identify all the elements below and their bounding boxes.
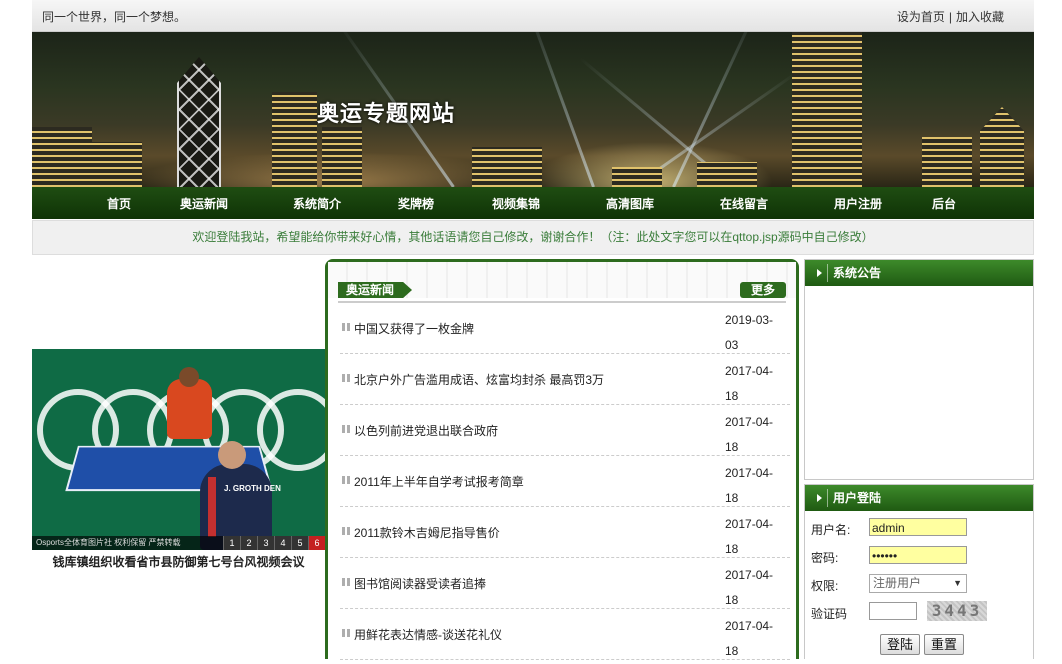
- bullet-icon: [342, 323, 350, 331]
- news-item-title[interactable]: 北京户外广告滥用成语、炫富均封杀 最高罚3万: [354, 371, 604, 388]
- slide-page-5[interactable]: 5: [291, 536, 308, 550]
- login-panel: 用户登陆 用户名: admin 密码: •••••• 权限: 注册用户 ▼ 验证…: [804, 484, 1034, 659]
- news-item: 用鲜花表达情感-谈送花礼仪 2017-04-18: [340, 608, 790, 660]
- announcement-title: 系统公告: [833, 266, 882, 280]
- news-item-title[interactable]: 2011款铃木吉姆尼指导售价: [354, 524, 500, 541]
- slideshow-caption[interactable]: 钱库镇组织收看省市县防御第七号台风视频会议: [32, 553, 325, 570]
- slide-page-3[interactable]: 3: [257, 536, 274, 550]
- main-nav: 首页 奥运新闻 系统简介 奖牌榜 视频集锦 高清图库 在线留言 用户注册 后台: [32, 187, 1034, 219]
- news-item-title[interactable]: 2011年上半年自学考试报考简章: [354, 473, 524, 490]
- news-item: 图书馆阅读器受读者追捧 2017-04-18: [340, 557, 790, 609]
- nav-user-register[interactable]: 用户注册: [834, 195, 882, 212]
- announcement-panel: 系统公告: [804, 259, 1034, 480]
- username-input[interactable]: admin: [869, 518, 967, 536]
- news-panel: 奥运新闻 更多 中国又获得了一枚金牌 2019-03-03 北京户外广告滥用成语…: [325, 259, 799, 660]
- login-button[interactable]: 登陆: [880, 634, 920, 655]
- top-bar: 同一个世界，同一个梦想。 设为首页 | 加入收藏: [32, 0, 1034, 32]
- news-item-title[interactable]: 以色列前进党退出联合政府: [354, 422, 498, 439]
- password-label: 密码:: [811, 551, 839, 565]
- nav-hd-gallery[interactable]: 高清图库: [606, 195, 654, 212]
- username-label: 用户名:: [811, 523, 851, 537]
- player-red: [167, 379, 212, 439]
- nav-medal-table[interactable]: 奖牌榜: [398, 195, 434, 212]
- building: [322, 127, 362, 187]
- jersey-stripe: [208, 477, 216, 537]
- news-item-date: 2017-04-18: [725, 415, 774, 454]
- slide-page-1[interactable]: 1: [223, 536, 240, 550]
- arrow-right-icon: [817, 269, 822, 277]
- news-item-title[interactable]: 图书馆阅读器受读者追捧: [354, 575, 486, 592]
- nav-video-highlights[interactable]: 视频集锦: [492, 195, 540, 212]
- photo-credit-bar: Osports全体育图片社 权利保留 严禁转载 1 2 3 4 5 6: [32, 536, 325, 550]
- nav-admin[interactable]: 后台: [932, 195, 956, 212]
- building: [612, 167, 662, 187]
- bullet-icon: [342, 578, 350, 586]
- bullet-icon: [342, 374, 350, 382]
- news-more-button[interactable]: 更多: [740, 282, 786, 298]
- role-select-value: 注册用户: [873, 576, 922, 590]
- nav-olympic-news[interactable]: 奥运新闻: [180, 195, 228, 212]
- nav-system-intro[interactable]: 系统简介: [293, 195, 341, 212]
- login-title: 用户登陆: [833, 491, 882, 505]
- bullet-icon: [342, 425, 350, 433]
- reset-button[interactable]: 重置: [924, 634, 964, 655]
- role-label: 权限:: [811, 579, 839, 593]
- news-item-date: 2017-04-18: [725, 619, 774, 658]
- captcha-label: 验证码: [811, 607, 848, 621]
- top-links: 设为首页 | 加入收藏: [897, 8, 1004, 25]
- news-item-date: 2017-04-18: [725, 517, 774, 556]
- arrow-right-icon: [817, 494, 822, 502]
- slide-page-6[interactable]: 6: [308, 536, 325, 550]
- player-blue-head: [218, 441, 246, 469]
- jersey-name: J. GROTH DEN: [224, 484, 281, 493]
- building: [697, 162, 757, 187]
- welcome-text: 欢迎登陆我站，希望能给你带来好心情，其他话语请您自己修改，谢谢合作！（注：此处文…: [192, 230, 874, 244]
- nav-home[interactable]: 首页: [107, 195, 131, 212]
- building: [272, 92, 317, 187]
- nav-message-board[interactable]: 在线留言: [720, 195, 768, 212]
- site-title: 奥运专题网站: [317, 101, 456, 127]
- building: [92, 142, 142, 187]
- login-header: 用户登陆: [805, 485, 1033, 511]
- site-slogan: 同一个世界，同一个梦想。: [42, 10, 187, 24]
- add-favorite-link[interactable]: 加入收藏: [956, 10, 1004, 24]
- news-panel-title: 奥运新闻: [338, 282, 413, 298]
- link-separator: |: [948, 10, 952, 24]
- bullet-icon: [342, 527, 350, 535]
- news-item-title[interactable]: 中国又获得了一枚金牌: [354, 320, 474, 337]
- password-input[interactable]: ••••••: [869, 546, 967, 564]
- header-banner: 奥运专题网站: [32, 32, 1034, 187]
- player-red-head: [179, 367, 199, 387]
- chevron-down-icon: ▼: [953, 578, 962, 588]
- news-item-title[interactable]: 用鲜花表达情感-谈送花礼仪: [354, 626, 502, 643]
- announcement-header: 系统公告: [805, 260, 1033, 286]
- bullet-icon: [342, 629, 350, 637]
- news-item-date: 2017-04-18: [725, 466, 774, 505]
- slideshow-pager: 1 2 3 4 5 6: [223, 536, 325, 550]
- slideshow-image[interactable]: J. GROTH DEN Osports全体育图片社 权利保留 严禁转载 1 2…: [32, 349, 325, 550]
- bullet-icon: [342, 476, 350, 484]
- news-item-date: 2017-04-18: [725, 364, 774, 403]
- news-item: 北京户外广告滥用成语、炫富均封杀 最高罚3万 2017-04-18: [340, 353, 790, 405]
- news-item-date: 2017-04-18: [725, 568, 774, 607]
- tower: [980, 107, 1024, 187]
- welcome-banner: 欢迎登陆我站，希望能给你带来好心情，其他话语请您自己修改，谢谢合作！（注：此处文…: [32, 220, 1034, 255]
- news-item: 2011年上半年自学考试报考简章 2017-04-18: [340, 455, 790, 507]
- set-homepage-link[interactable]: 设为首页: [897, 10, 945, 24]
- captcha-input[interactable]: [869, 602, 917, 620]
- role-select[interactable]: 注册用户 ▼: [869, 574, 967, 593]
- building: [472, 147, 542, 187]
- skyscraper: [792, 32, 862, 187]
- news-item-date: 2019-03-03: [725, 313, 774, 352]
- news-item: 中国又获得了一枚金牌 2019-03-03: [340, 302, 790, 354]
- building: [922, 137, 972, 187]
- bank-tower: [177, 57, 221, 187]
- photo-credit: Osports全体育图片社 权利保留 严禁转载: [36, 538, 181, 547]
- news-item: 2011款铃木吉姆尼指导售价 2017-04-18: [340, 506, 790, 558]
- building: [32, 127, 92, 187]
- slide-page-2[interactable]: 2: [240, 536, 257, 550]
- slide-page-4[interactable]: 4: [274, 536, 291, 550]
- news-item: 以色列前进党退出联合政府 2017-04-18: [340, 404, 790, 456]
- captcha-image[interactable]: 3443: [927, 601, 987, 621]
